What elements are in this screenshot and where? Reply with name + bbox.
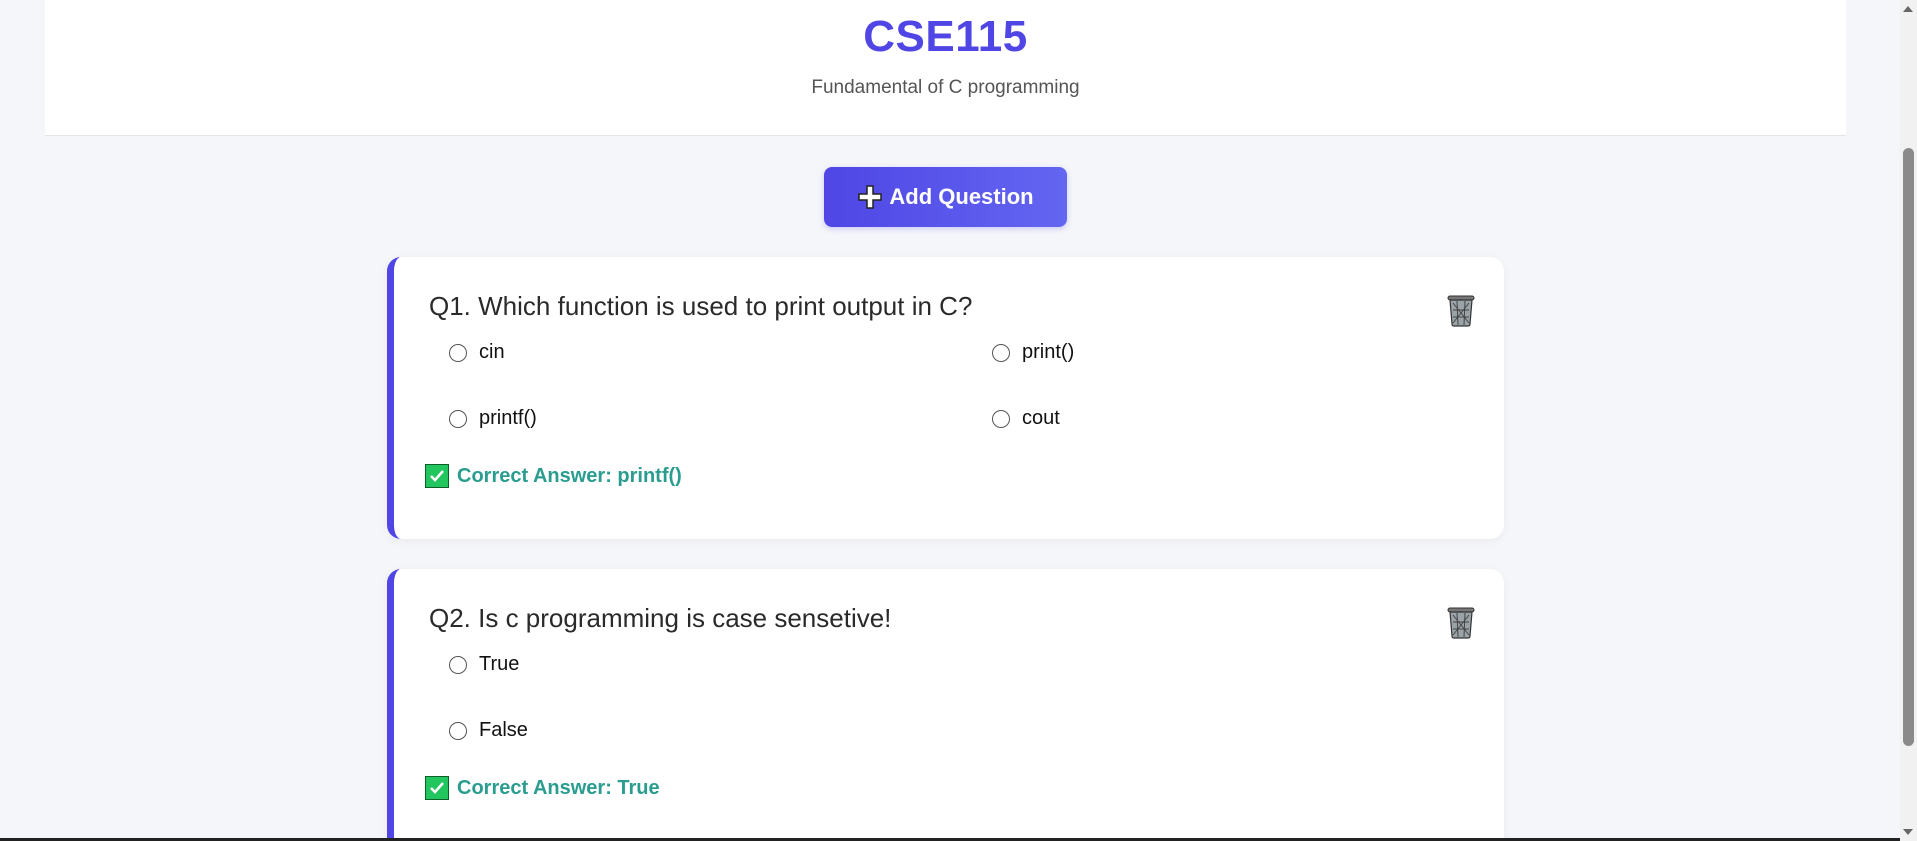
option-label: cout — [1022, 407, 1060, 429]
course-subtitle: Fundamental of C programming — [811, 77, 1080, 98]
scroll-up-arrow-icon[interactable] — [1903, 6, 1913, 12]
radio-button[interactable] — [449, 655, 467, 674]
add-question-label: Add Question — [889, 184, 1034, 209]
correct-answer-text: Correct Answer: True — [457, 776, 660, 799]
scroll-down-arrow-icon[interactable] — [1903, 829, 1913, 835]
option-radio[interactable]: False — [449, 719, 528, 742]
delete-question-button[interactable] — [1444, 603, 1478, 639]
course-title: CSE115 — [863, 12, 1028, 61]
option-label: False — [479, 719, 528, 741]
checkmark-icon — [425, 776, 449, 800]
option-radio[interactable]: cin — [449, 341, 505, 364]
option-label: printf() — [479, 407, 537, 429]
option-label: print() — [1022, 341, 1075, 363]
scrollbar-thumb[interactable] — [1903, 148, 1914, 746]
quiz-page: CSE115 Fundamental of C programming Add … — [0, 0, 1917, 841]
vertical-scrollbar[interactable] — [1900, 0, 1917, 841]
option-label: True — [479, 653, 520, 675]
radio-button[interactable] — [992, 343, 1010, 362]
option-radio[interactable]: print() — [992, 341, 1074, 364]
option-radio[interactable]: printf() — [449, 407, 537, 430]
correct-answer: Correct Answer: printf() — [425, 464, 682, 488]
question-text: Q1. Which function is used to print outp… — [429, 291, 973, 321]
option-radio[interactable]: True — [449, 653, 519, 676]
question-text: Q2. Is c programming is case sensetive! — [429, 603, 892, 633]
option-label: cin — [479, 341, 505, 363]
option-radio[interactable]: cout — [992, 407, 1060, 430]
radio-button[interactable] — [992, 409, 1010, 428]
trash-icon — [1445, 607, 1477, 642]
question-card: Q2. Is c programming is case sensetive! … — [387, 569, 1504, 841]
correct-answer: Correct Answer: True — [425, 776, 660, 800]
question-card: Q1. Which function is used to print outp… — [387, 257, 1504, 539]
checkmark-icon — [425, 464, 449, 488]
add-question-button[interactable]: Add Question — [824, 167, 1067, 227]
trash-icon — [1445, 295, 1477, 330]
radio-button[interactable] — [449, 721, 467, 740]
course-header: CSE115 Fundamental of C programming — [45, 0, 1846, 136]
correct-answer-text: Correct Answer: printf() — [457, 464, 682, 487]
radio-button[interactable] — [449, 343, 467, 362]
radio-button[interactable] — [449, 409, 467, 428]
delete-question-button[interactable] — [1444, 291, 1478, 327]
plus-icon — [857, 184, 883, 210]
